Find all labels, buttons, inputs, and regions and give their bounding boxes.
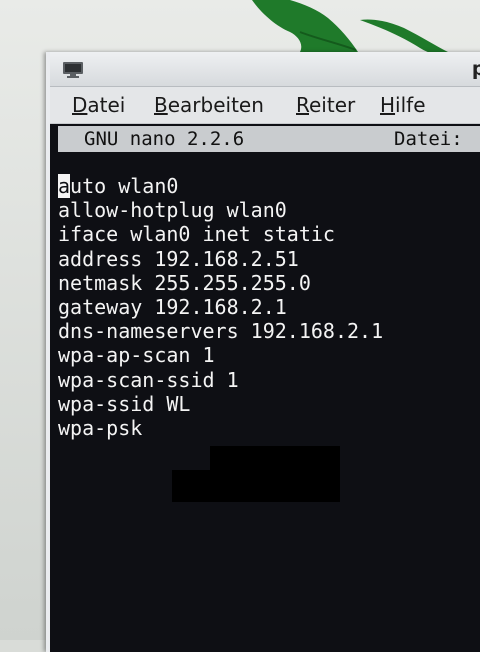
file-line: netmask 255.255.255.0 [58, 270, 311, 295]
file-line: wpa-psk [58, 415, 143, 440]
menu-bar: Datei Bearbeiten Reiter Hilfe [50, 87, 480, 124]
menu-datei-mnemonic: D [72, 93, 88, 117]
file-line: wpa-ssid WL [58, 391, 191, 416]
menu-hilfe-mnemonic: H [380, 93, 396, 117]
nano-version: GNU nano 2.2.6 [84, 128, 245, 150]
menu-datei-label: atei [87, 93, 126, 117]
menu-hilfe-label: ilfe [395, 93, 426, 117]
menu-bearbeiten[interactable]: Bearbeiten [154, 93, 264, 117]
file-line: gateway 192.168.2.1 [58, 294, 287, 319]
file-line: address 192.168.2.51 [58, 246, 299, 271]
redaction-box [172, 470, 212, 502]
file-content[interactable]: auto wlan0 allow-hotplug wlan0 iface wla… [58, 174, 480, 440]
file-line: iface wlan0 inet static [58, 222, 335, 247]
file-line: dns-nameservers 192.168.2.1 [58, 319, 384, 344]
terminal-area[interactable]: GNU nano 2.2.6 Datei: auto wlan0 allow-h… [50, 124, 480, 652]
terminal-window[interactable]: pi Datei Bearbeiten Reiter Hilfe GNU nan… [46, 52, 480, 652]
menu-reiter-label: eiter [309, 93, 356, 117]
window-title: pi [471, 58, 480, 80]
menu-hilfe[interactable]: Hilfe [380, 93, 426, 117]
file-line: auto wlan0 [58, 174, 480, 198]
menu-datei[interactable]: Datei [72, 93, 125, 117]
redaction-box [210, 446, 340, 502]
menu-bearbeiten-label: earbeiten [167, 93, 264, 117]
window-titlebar[interactable]: pi [50, 52, 480, 87]
menu-reiter-mnemonic: R [296, 93, 309, 117]
menu-reiter[interactable]: Reiter [296, 93, 355, 117]
menu-bearbeiten-mnemonic: B [154, 93, 168, 117]
file-line-text: uto wlan0 [70, 174, 179, 198]
nano-header-bar: GNU nano 2.2.6 Datei: [58, 126, 480, 152]
text-cursor: a [58, 174, 71, 198]
file-line: wpa-ap-scan 1 [58, 343, 215, 368]
nano-file-label: Datei: [394, 128, 463, 150]
file-line: allow-hotplug wlan0 [58, 198, 287, 223]
terminal-icon[interactable] [62, 61, 84, 79]
file-line: wpa-scan-ssid 1 [58, 367, 239, 392]
